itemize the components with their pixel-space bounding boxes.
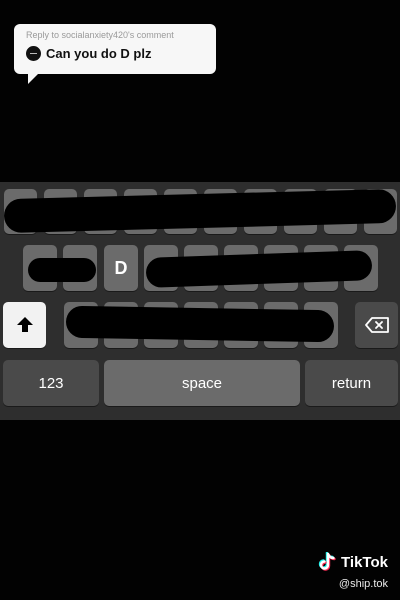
backspace-icon [364,317,389,333]
reply-row: Can you do D plz [26,46,208,61]
tiktok-watermark: TikTok [317,552,388,572]
space-key[interactable]: space [104,360,300,406]
video-frame: Reply to socialanxiety420's comment Can … [0,0,400,600]
shift-arrow-icon [16,317,33,332]
scribble-redaction [145,250,373,288]
creator-handle: @ship.tok [338,578,388,590]
scribble-redaction [65,305,335,343]
reply-comment-bubble: Reply to socialanxiety420's comment Can … [14,24,216,84]
tiktok-brand-label: TikTok [341,553,388,571]
tiktok-note-icon [318,552,336,571]
return-key[interactable]: return [305,360,398,406]
numbers-key[interactable]: 123 [3,360,99,406]
keyboard: D 123 space return [0,182,400,420]
scribble-redaction [28,258,96,282]
shift-key[interactable] [3,302,46,348]
key-d[interactable]: D [104,245,138,291]
reply-text: Can you do D plz [46,46,152,61]
reply-header: Reply to socialanxiety420's comment [26,30,174,40]
delete-key[interactable] [355,302,398,348]
avatar [26,46,41,61]
